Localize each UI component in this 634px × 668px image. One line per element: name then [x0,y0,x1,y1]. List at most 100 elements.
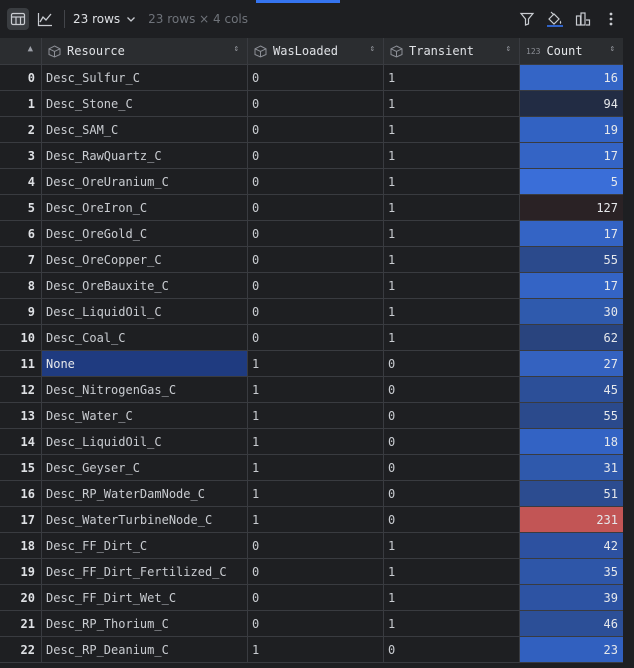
table-row[interactable]: 15 Desc_Geyser_C 1 0 31 [0,455,634,481]
count-cell[interactable]: 18 [520,429,623,455]
table-row[interactable]: 18 Desc_FF_Dirt_C 0 1 42 [0,533,634,559]
resource-cell[interactable]: Desc_OreCopper_C [42,247,248,273]
count-cell[interactable]: 231 [520,507,623,533]
count-cell[interactable]: 55 [520,403,623,429]
table-row[interactable]: 1 Desc_Stone_C 0 1 94 [0,91,634,117]
count-cell[interactable]: 31 [520,455,623,481]
count-cell[interactable]: 35 [520,559,623,585]
resource-cell[interactable]: Desc_RP_WaterDamNode_C [42,481,248,507]
table-row[interactable]: 16 Desc_RP_WaterDamNode_C 1 0 51 [0,481,634,507]
table-row[interactable]: 8 Desc_OreBauxite_C 0 1 17 [0,273,634,299]
wasloaded-cell[interactable]: 0 [248,195,384,221]
table-view-button[interactable] [7,8,29,30]
resource-cell[interactable]: Desc_Coal_C [42,325,248,351]
transient-cell[interactable]: 1 [384,65,520,91]
table-row[interactable]: 0 Desc_Sulfur_C 0 1 16 [0,65,634,91]
table-row[interactable]: 22 Desc_RP_Deanium_C 1 0 23 [0,637,634,663]
transient-cell[interactable]: 0 [384,377,520,403]
transient-cell[interactable]: 1 [384,169,520,195]
chart-view-button[interactable] [34,8,56,30]
count-cell[interactable]: 94 [520,91,623,117]
count-cell[interactable]: 17 [520,273,623,299]
count-cell[interactable]: 42 [520,533,623,559]
table-row[interactable]: 20 Desc_FF_Dirt_Wet_C 0 1 39 [0,585,634,611]
wasloaded-cell[interactable]: 0 [248,611,384,637]
table-row[interactable]: 5 Desc_OreIron_C 0 1 127 [0,195,634,221]
wasloaded-cell[interactable]: 0 [248,273,384,299]
transient-cell[interactable]: 1 [384,585,520,611]
row-index[interactable]: 4 [0,169,42,195]
wasloaded-cell[interactable]: 1 [248,455,384,481]
row-index[interactable]: 19 [0,559,42,585]
row-index[interactable]: 2 [0,117,42,143]
table-row[interactable]: 2 Desc_SAM_C 0 1 19 [0,117,634,143]
transient-cell[interactable]: 0 [384,351,520,377]
wasloaded-cell[interactable]: 0 [248,221,384,247]
row-index[interactable]: 5 [0,195,42,221]
transient-cell[interactable]: 1 [384,299,520,325]
more-options-button[interactable] [600,8,622,30]
row-index[interactable]: 16 [0,481,42,507]
wasloaded-cell[interactable]: 0 [248,533,384,559]
row-index[interactable]: 17 [0,507,42,533]
header-transient[interactable]: Transient ⇕ [384,38,520,64]
transient-cell[interactable]: 0 [384,429,520,455]
rows-dropdown[interactable]: 23 rows [73,12,136,26]
row-index[interactable]: 6 [0,221,42,247]
count-cell[interactable]: 19 [520,117,623,143]
wasloaded-cell[interactable]: 0 [248,559,384,585]
resource-cell[interactable]: Desc_FF_Dirt_Wet_C [42,585,248,611]
count-cell[interactable]: 55 [520,247,623,273]
count-cell[interactable]: 51 [520,481,623,507]
count-cell[interactable]: 127 [520,195,623,221]
table-row[interactable]: 11 None 1 0 27 [0,351,634,377]
transient-cell[interactable]: 1 [384,221,520,247]
count-cell[interactable]: 30 [520,299,623,325]
wasloaded-cell[interactable]: 1 [248,481,384,507]
resource-cell[interactable]: Desc_LiquidOil_C [42,299,248,325]
wasloaded-cell[interactable]: 0 [248,169,384,195]
wasloaded-cell[interactable]: 0 [248,65,384,91]
row-index[interactable]: 13 [0,403,42,429]
table-row[interactable]: 10 Desc_Coal_C 0 1 62 [0,325,634,351]
resource-cell[interactable]: Desc_WaterTurbineNode_C [42,507,248,533]
table-row[interactable]: 14 Desc_LiquidOil_C 1 0 18 [0,429,634,455]
wasloaded-cell[interactable]: 1 [248,429,384,455]
count-cell[interactable]: 46 [520,611,623,637]
transient-cell[interactable]: 1 [384,559,520,585]
resource-cell[interactable]: Desc_SAM_C [42,117,248,143]
wasloaded-cell[interactable]: 1 [248,637,384,663]
row-index[interactable]: 20 [0,585,42,611]
row-index[interactable]: 1 [0,91,42,117]
table-row[interactable]: 17 Desc_WaterTurbineNode_C 1 0 231 [0,507,634,533]
row-index[interactable]: 15 [0,455,42,481]
resource-cell[interactable]: Desc_FF_Dirt_C [42,533,248,559]
resource-cell[interactable]: Desc_Geyser_C [42,455,248,481]
row-index[interactable]: 14 [0,429,42,455]
table-row[interactable]: 19 Desc_FF_Dirt_Fertilized_C 0 1 35 [0,559,634,585]
transient-cell[interactable]: 1 [384,247,520,273]
wasloaded-cell[interactable]: 0 [248,91,384,117]
row-index[interactable]: 12 [0,377,42,403]
resource-cell[interactable]: Desc_OreBauxite_C [42,273,248,299]
transient-cell[interactable]: 0 [384,637,520,663]
wasloaded-cell[interactable]: 0 [248,585,384,611]
transient-cell[interactable]: 1 [384,195,520,221]
row-index[interactable]: 7 [0,247,42,273]
row-index[interactable]: 10 [0,325,42,351]
wasloaded-cell[interactable]: 0 [248,143,384,169]
transient-cell[interactable]: 1 [384,533,520,559]
resource-cell[interactable]: Desc_LiquidOil_C [42,429,248,455]
wasloaded-cell[interactable]: 1 [248,507,384,533]
table-row[interactable]: 21 Desc_RP_Thorium_C 0 1 46 [0,611,634,637]
resource-cell[interactable]: None [42,351,248,377]
wasloaded-cell[interactable]: 0 [248,325,384,351]
row-index[interactable]: 21 [0,611,42,637]
count-cell[interactable]: 23 [520,637,623,663]
count-cell[interactable]: 17 [520,143,623,169]
wasloaded-cell[interactable]: 0 [248,299,384,325]
resource-cell[interactable]: Desc_OreUranium_C [42,169,248,195]
table-row[interactable]: 9 Desc_LiquidOil_C 0 1 30 [0,299,634,325]
count-cell[interactable]: 16 [520,65,623,91]
table-row[interactable]: 3 Desc_RawQuartz_C 0 1 17 [0,143,634,169]
